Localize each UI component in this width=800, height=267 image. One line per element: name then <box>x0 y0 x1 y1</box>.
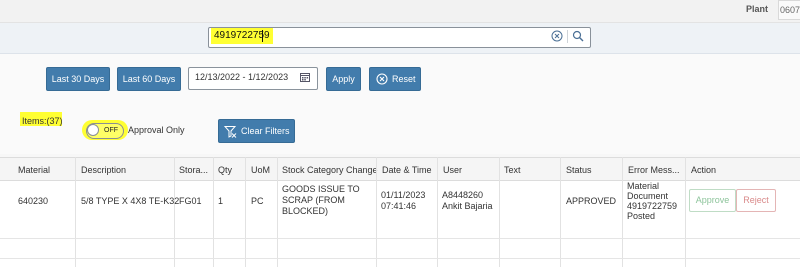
row-divider <box>0 258 800 259</box>
text-caret <box>262 30 263 42</box>
reset-icon <box>376 73 388 85</box>
cell-description: 5/8 TYPE X 4X8 TE-K32 <box>81 196 180 206</box>
last-60-days-button[interactable]: Last 60 Days <box>117 67 181 91</box>
col-date-time[interactable]: Date & Time <box>382 165 432 175</box>
cell-user-id: A8448260 <box>442 190 484 200</box>
column-divider <box>213 157 214 267</box>
column-divider <box>277 157 278 267</box>
column-divider <box>499 157 500 267</box>
column-divider <box>437 157 438 267</box>
cell-material: 640230 <box>18 196 49 206</box>
clear-filters-label: Clear Filters <box>241 126 290 136</box>
search-separator <box>567 30 568 43</box>
last-30-days-button[interactable]: Last 30 Days <box>46 67 110 91</box>
filter-clear-icon <box>224 126 237 138</box>
clear-filters-button[interactable]: Clear Filters <box>218 119 295 143</box>
approval-only-label: Approval Only <box>128 125 185 135</box>
col-status[interactable]: Status <box>566 165 592 175</box>
top-strip <box>0 0 800 23</box>
column-divider <box>376 157 377 267</box>
toggle-state-label: OFF <box>104 127 118 134</box>
apply-button[interactable]: Apply <box>326 67 361 91</box>
cell-stock-change-line1: GOODS ISSUE TO <box>282 184 360 194</box>
col-material[interactable]: Material <box>18 165 50 175</box>
reset-button[interactable]: Reset <box>369 67 421 91</box>
column-divider <box>622 157 623 267</box>
cell-error-line4: Posted <box>627 211 656 221</box>
cell-stock-change-line3: BLOCKED) <box>282 206 329 216</box>
search-icon[interactable] <box>572 30 584 42</box>
col-uom[interactable]: UoM <box>251 165 270 175</box>
col-user[interactable]: User <box>443 165 462 175</box>
toggle-knob[interactable] <box>87 124 99 136</box>
cell-qty: 1 <box>218 196 224 206</box>
column-divider <box>560 157 561 267</box>
col-stock-category-change[interactable]: Stock Category Change <box>282 165 378 175</box>
plant-value: 0607 <box>778 0 800 20</box>
cell-storage: FG01 <box>179 196 202 206</box>
date-range-value[interactable]: 12/13/2022 - 1/12/2023 <box>195 72 288 82</box>
cell-date: 01/11/2023 <box>381 190 426 200</box>
col-storage[interactable]: Stora... <box>179 165 208 175</box>
column-divider <box>245 157 246 267</box>
col-text[interactable]: Text <box>504 165 521 175</box>
col-qty[interactable]: Qty <box>218 165 232 175</box>
column-divider <box>174 157 175 267</box>
col-action[interactable]: Action <box>691 165 716 175</box>
reject-button[interactable]: Reject <box>736 189 776 212</box>
cell-user-name: Ankit Bajaria <box>442 201 493 211</box>
reset-button-label: Reset <box>392 74 416 84</box>
items-count: Items:(37) <box>22 116 63 126</box>
plant-label: Plant <box>746 4 769 14</box>
col-error-message[interactable]: Error Mess... <box>628 165 680 175</box>
col-description[interactable]: Description <box>81 165 126 175</box>
cell-status: APPROVED <box>566 196 617 206</box>
row-divider <box>0 238 800 239</box>
calendar-icon[interactable] <box>300 72 310 82</box>
cell-uom: PC <box>251 196 264 206</box>
column-divider <box>75 157 76 267</box>
approve-button[interactable]: Approve <box>689 189 736 212</box>
cell-time: 07:41:46 <box>381 201 417 211</box>
cell-stock-change-line2: SCRAP (FROM <box>282 195 345 205</box>
clear-icon[interactable] <box>551 30 563 42</box>
column-divider <box>685 157 686 267</box>
